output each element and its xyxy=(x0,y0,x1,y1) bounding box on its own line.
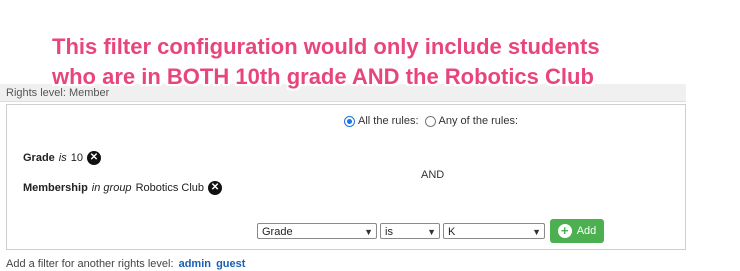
new-rule-operator-select[interactable]: is ▼ xyxy=(380,223,440,239)
all-rules-label: All the rules: xyxy=(358,115,419,127)
plus-circle-icon: + xyxy=(557,224,572,238)
chevron-down-icon: ▼ xyxy=(364,227,373,237)
rights-level-link-guest[interactable]: guest xyxy=(216,258,245,270)
any-rules-radio[interactable] xyxy=(424,115,436,127)
rule-field: Grade xyxy=(23,152,55,164)
rights-level-link-admin[interactable]: admin xyxy=(179,258,211,270)
conjunction-label: AND xyxy=(421,169,445,181)
new-rule-operator-value: is xyxy=(385,226,393,238)
other-rights-level-line: Add a filter for another rights level: a… xyxy=(6,258,245,270)
add-rule-label: Add xyxy=(576,225,597,237)
annotation-line-1: This filter configuration would only inc… xyxy=(52,34,600,59)
any-rules-label: Any of the rules: xyxy=(438,115,519,127)
rule-operator: is xyxy=(58,152,67,164)
annotation-line-2: who are in BOTH 10th grade AND the Robot… xyxy=(52,64,594,89)
new-rule-field-value: Grade xyxy=(262,226,293,238)
rule-operator: in group xyxy=(91,182,132,194)
match-mode-selector: All the rules: Any of the rules: xyxy=(344,115,524,127)
chevron-down-icon: ▼ xyxy=(532,227,541,237)
new-rule-row: Grade ▼ is ▼ K ▼ + Add xyxy=(257,219,604,243)
new-rule-field-select[interactable]: Grade ▼ xyxy=(257,223,377,239)
new-rule-value-value: K xyxy=(448,226,456,238)
add-rule-button[interactable]: + Add xyxy=(550,219,604,243)
rule-row: Membership in group Robotics Club ✕ xyxy=(23,181,223,195)
rule-row: Grade is 10 ✕ xyxy=(23,151,101,165)
other-rights-level-text: Add a filter for another rights level: xyxy=(6,258,174,270)
remove-rule-icon[interactable]: ✕ xyxy=(208,181,223,195)
filter-panel: All the rules: Any of the rules: Grade i… xyxy=(6,104,686,250)
new-rule-value-select[interactable]: K ▼ xyxy=(443,223,545,239)
remove-rule-icon[interactable]: ✕ xyxy=(87,151,101,165)
chevron-down-icon: ▼ xyxy=(427,227,436,237)
annotation-callout: This filter configuration would only inc… xyxy=(52,32,672,92)
all-rules-radio[interactable] xyxy=(344,115,355,127)
rule-field: Membership xyxy=(23,182,88,194)
rule-value: 10 xyxy=(70,152,83,164)
rule-value: Robotics Club xyxy=(135,182,205,194)
